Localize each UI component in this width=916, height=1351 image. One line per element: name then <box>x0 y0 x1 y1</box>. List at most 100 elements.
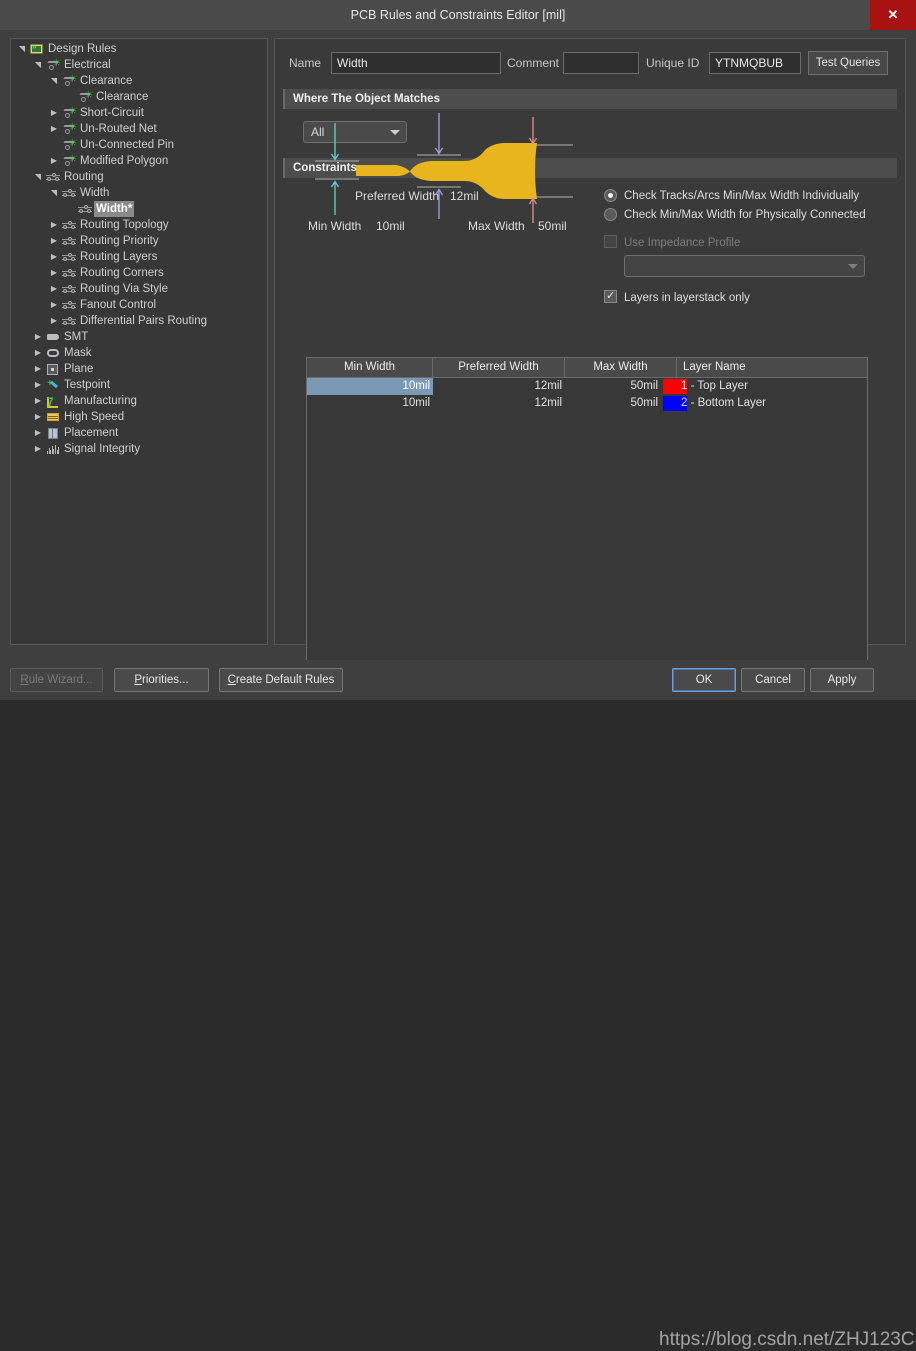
tree-item-width[interactable]: ◢ Width <box>11 185 267 201</box>
cell-layer-name[interactable]: 2 - Bottom Layer <box>678 395 868 412</box>
tree-item-width[interactable]: Width* <box>11 201 267 217</box>
impedance-profile-dropdown[interactable] <box>624 255 865 277</box>
tree-item-modified-polygon[interactable]: ▶ ✳ Modified Polygon <box>11 153 267 169</box>
routing-icon <box>61 217 77 233</box>
table-col-header[interactable]: Max Width <box>565 358 677 377</box>
expand-arrow-closed-icon[interactable]: ▶ <box>33 441 43 457</box>
checkbox-layers-in-layerstack-only[interactable] <box>604 288 617 304</box>
expand-arrow-closed-icon[interactable]: ▶ <box>33 345 43 361</box>
dialog-footer: Rule Wizard... Priorities... Create Defa… <box>0 660 916 1350</box>
design-rules-tree[interactable]: ◢Design Rules◢✳Electrical◢✳Clearance✳Cle… <box>10 38 268 645</box>
routing-icon <box>61 265 77 281</box>
radio-check-physically-connected-label[interactable]: Check Min/Max Width for Physically Conne… <box>624 208 866 222</box>
cancel-button[interactable]: Cancel <box>741 668 805 692</box>
test-queries-button[interactable]: Test Queries <box>808 51 888 75</box>
table-row[interactable]: 10mil 12mil 50mil 2 - Bottom Layer <box>307 395 867 412</box>
dialog-body: ◢Design Rules◢✳Electrical◢✳Clearance✳Cle… <box>0 30 916 663</box>
tree-item-routing[interactable]: ◢ Routing <box>11 169 267 185</box>
tree-item-electrical[interactable]: ◢ ✳ Electrical <box>11 57 267 73</box>
width-illustration <box>315 113 573 223</box>
electrical-icon: ✳ <box>61 153 77 169</box>
electrical-icon: ✳ <box>45 57 61 73</box>
expand-arrow-closed-icon[interactable]: ▶ <box>33 409 43 425</box>
expand-arrow-open-icon[interactable]: ◢ <box>46 76 62 86</box>
placement-icon <box>45 425 61 441</box>
tree-item-label: Modified Polygon <box>80 155 169 167</box>
expand-arrow-closed-icon[interactable]: ▶ <box>49 233 59 249</box>
tree-item-routing-via-style[interactable]: ▶ Routing Via Style <box>11 281 267 297</box>
tree-item-label: Testpoint <box>64 379 111 391</box>
cell-min-width[interactable]: 10mil <box>307 395 433 412</box>
expand-arrow-closed-icon[interactable]: ▶ <box>49 121 59 137</box>
close-icon[interactable]: ✕ <box>870 0 916 30</box>
tree-item-routing-topology[interactable]: ▶ Routing Topology <box>11 217 267 233</box>
tree-item-mask[interactable]: ▶ Mask <box>11 345 267 361</box>
tree-item-high-speed[interactable]: ▶ High Speed <box>11 409 267 425</box>
expand-arrow-closed-icon[interactable]: ▶ <box>49 105 59 121</box>
tree-item-routing-layers[interactable]: ▶ Routing Layers <box>11 249 267 265</box>
tree-item-routing-corners[interactable]: ▶ Routing Corners <box>11 265 267 281</box>
radio-check-individually[interactable] <box>604 189 617 202</box>
priorities-button[interactable]: Priorities... <box>114 668 209 692</box>
cell-preferred-width[interactable]: 12mil <box>433 378 565 395</box>
tree-item-fanout-control[interactable]: ▶ Fanout Control <box>11 297 267 313</box>
tree-item-placement[interactable]: ▶ Placement <box>11 425 267 441</box>
tree-item-clearance[interactable]: ✳ Clearance <box>11 89 267 105</box>
tree-item-un-connected-pin[interactable]: ✳ Un-Connected Pin <box>11 137 267 153</box>
tree-item-short-circuit[interactable]: ▶ ✳ Short-Circuit <box>11 105 267 121</box>
expand-arrow-closed-icon[interactable]: ▶ <box>33 425 43 441</box>
expand-arrow-closed-icon[interactable]: ▶ <box>33 329 43 345</box>
tree-item-design-rules[interactable]: ◢ Design Rules <box>11 41 267 57</box>
cell-layer-name[interactable]: 1 - Top Layer <box>678 378 868 395</box>
tree-item-signal-integrity[interactable]: ▶ Signal Integrity <box>11 441 267 457</box>
electrical-icon: ✳ <box>61 121 77 137</box>
routing-icon <box>61 281 77 297</box>
tree-item-smt[interactable]: ▶ SMT <box>11 329 267 345</box>
unique-id-input[interactable] <box>709 52 801 74</box>
tree-item-plane[interactable]: ▶ Plane <box>11 361 267 377</box>
expand-arrow-closed-icon[interactable]: ▶ <box>49 313 59 329</box>
comment-input[interactable] <box>563 52 639 74</box>
expand-arrow-open-icon[interactable]: ◢ <box>46 188 62 198</box>
tree-item-manufacturing[interactable]: ▶ 7 Manufacturing <box>11 393 267 409</box>
table-header-row: Min Width Preferred Width Max Width Layer N… <box>307 358 867 378</box>
expand-arrow-open-icon[interactable]: ◢ <box>14 44 30 54</box>
tree-item-un-routed-net[interactable]: ▶ ✳ Un-Routed Net <box>11 121 267 137</box>
expand-arrow-closed-icon[interactable]: ▶ <box>33 377 43 393</box>
table-col-header[interactable]: Preferred Width <box>433 358 565 377</box>
layers-in-layerstack-only-label[interactable]: Layers in layerstack only <box>624 291 750 305</box>
rule-wizard-button: Rule Wizard... <box>10 668 103 692</box>
apply-button[interactable]: Apply <box>810 668 874 692</box>
expand-arrow-closed-icon[interactable]: ▶ <box>49 265 59 281</box>
checkbox-use-impedance-profile[interactable] <box>604 235 617 248</box>
expand-arrow-none-icon <box>65 89 75 105</box>
table-row[interactable]: 10mil 12mil 50mil 1 - Top Layer <box>307 378 867 395</box>
table-col-header[interactable]: Layer Name <box>677 358 867 377</box>
cell-preferred-width[interactable]: 12mil <box>433 395 565 412</box>
tree-item-differential-pairs-routing[interactable]: ▶ Differential Pairs Routing <box>11 313 267 329</box>
cell-max-width[interactable]: 50mil <box>565 395 661 412</box>
tree-item-label: Width <box>80 187 110 199</box>
expand-arrow-open-icon[interactable]: ◢ <box>30 172 46 182</box>
expand-arrow-closed-icon[interactable]: ▶ <box>49 281 59 297</box>
cell-min-width[interactable]: 10mil <box>307 378 433 395</box>
radio-check-individually-label[interactable]: Check Tracks/Arcs Min/Max Width Individu… <box>624 189 859 203</box>
tree-item-routing-priority[interactable]: ▶ Routing Priority <box>11 233 267 249</box>
width-rules-table[interactable]: Min Width Preferred Width Max Width Layer N… <box>306 357 868 663</box>
cell-max-width[interactable]: 50mil <box>565 378 661 395</box>
expand-arrow-closed-icon[interactable]: ▶ <box>33 393 43 409</box>
tree-item-testpoint[interactable]: ▶+Testpoint <box>11 377 267 393</box>
expand-arrow-closed-icon[interactable]: ▶ <box>49 249 59 265</box>
ok-button[interactable]: OK <box>672 668 736 692</box>
expand-arrow-closed-icon[interactable]: ▶ <box>49 217 59 233</box>
expand-arrow-open-icon[interactable]: ◢ <box>30 60 46 70</box>
table-col-header[interactable]: Min Width <box>307 358 433 377</box>
name-input[interactable] <box>331 52 501 74</box>
radio-check-physically-connected[interactable] <box>604 208 617 221</box>
tree-item-clearance[interactable]: ◢ ✳ Clearance <box>11 73 267 89</box>
expand-arrow-closed-icon[interactable]: ▶ <box>49 297 59 313</box>
create-default-rules-button[interactable]: Create Default Rules <box>219 668 343 692</box>
routing-icon <box>61 185 77 201</box>
expand-arrow-closed-icon[interactable]: ▶ <box>33 361 43 377</box>
expand-arrow-closed-icon[interactable]: ▶ <box>49 153 59 169</box>
